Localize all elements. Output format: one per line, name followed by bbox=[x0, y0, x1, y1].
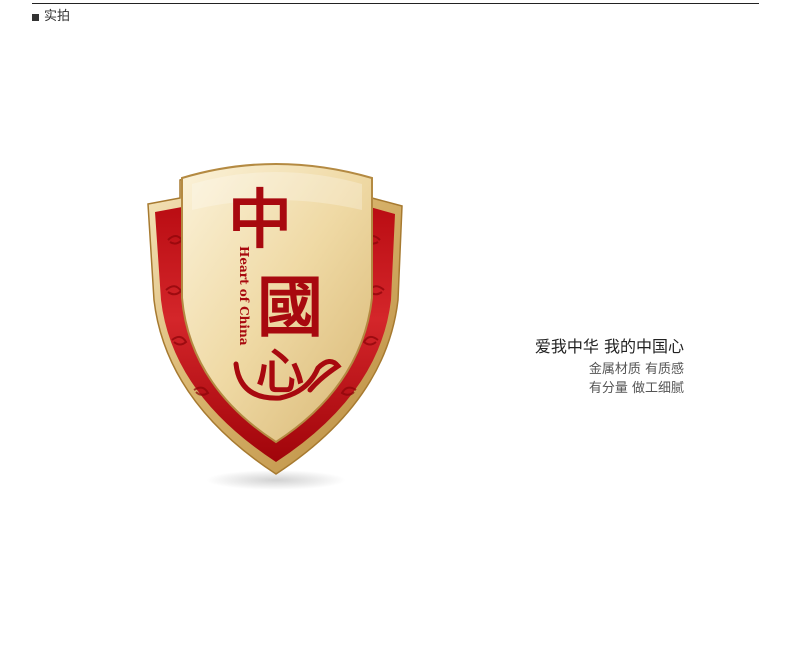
square-bullet-icon bbox=[32, 13, 39, 21]
top-divider bbox=[32, 3, 759, 4]
tagline-block: 爱我中华 我的中国心 金属材质 有质感 有分量 做工细腻 bbox=[535, 336, 684, 398]
character-guo: 國 bbox=[257, 268, 323, 346]
tagline-title: 爱我中华 我的中国心 bbox=[534, 337, 684, 356]
vertical-english-text: Heart of China bbox=[237, 246, 251, 346]
tagline-line-2: 有分量 做工细腻 bbox=[588, 381, 684, 396]
tagline-line-1: 金属材质 有质感 bbox=[588, 362, 684, 377]
shield-badge-image: 中 國 心 Heart of China bbox=[140, 150, 410, 500]
section-title: 实拍 bbox=[44, 9, 71, 24]
section-header: 实拍 bbox=[32, 9, 70, 25]
